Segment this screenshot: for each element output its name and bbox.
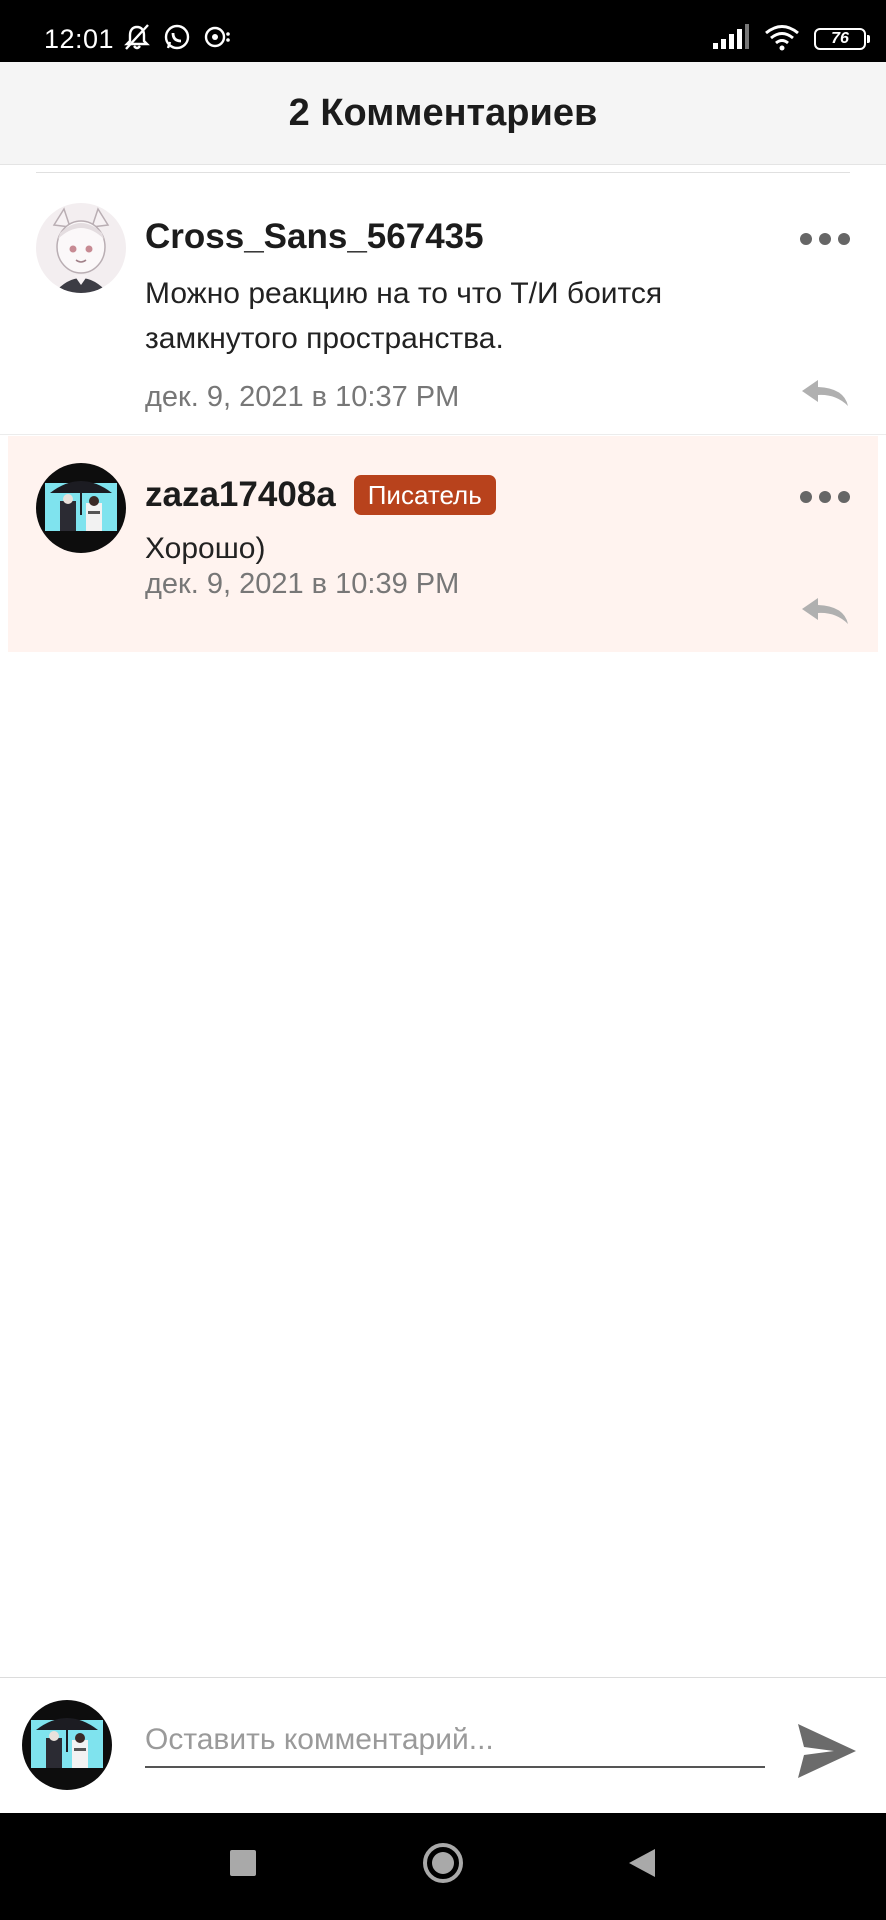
comment-text: Хорошо)	[145, 532, 266, 565]
comment-timestamp: дек. 9, 2021 в 10:39 PM	[145, 568, 460, 600]
current-user-avatar[interactable]	[22, 1700, 112, 1790]
more-horizontal-icon	[800, 233, 850, 245]
author-name[interactable]: Cross_Sans_567435	[145, 217, 484, 257]
status-right-icons: 76	[712, 22, 870, 56]
author-line: Cross_Sans_567435	[145, 215, 484, 259]
whatsapp-icon	[162, 22, 192, 57]
reply-button[interactable]	[797, 373, 853, 413]
app-header: 2 Комментариев	[0, 62, 886, 165]
comment-input[interactable]	[145, 1714, 765, 1768]
status-left-icons	[122, 22, 232, 56]
system-nav-bar	[0, 1813, 886, 1920]
comment-item: zaza17408a Писатель Хорошо) дек. 9, 2021…	[8, 436, 878, 652]
more-options-button[interactable]	[797, 477, 853, 517]
more-horizontal-icon	[800, 491, 850, 503]
battery-icon: 76	[814, 28, 870, 50]
author-name[interactable]: zaza17408a	[145, 475, 336, 515]
writer-badge: Писатель	[353, 475, 496, 515]
comment-composer	[0, 1677, 886, 1814]
signal-icon	[712, 23, 750, 55]
status-bar: 12:01 76	[0, 0, 886, 62]
notifications-off-icon	[122, 22, 152, 57]
reply-icon	[802, 598, 848, 624]
page-title: 2 Комментариев	[288, 91, 598, 134]
send-icon	[798, 1724, 856, 1778]
avatar[interactable]	[36, 203, 126, 293]
media-icon	[202, 22, 232, 57]
author-line: zaza17408a Писатель	[145, 473, 496, 517]
comment-text: Можно реакцию на то что Т/И боится замкн…	[145, 277, 663, 355]
comment-timestamp: дек. 9, 2021 в 10:37 PM	[145, 381, 460, 413]
reply-button[interactable]	[797, 591, 853, 631]
status-time: 12:01	[44, 24, 115, 54]
back-triangle-icon	[629, 1849, 655, 1877]
battery-level: 76	[831, 30, 849, 47]
square-icon	[230, 1850, 256, 1876]
send-button[interactable]	[792, 1716, 862, 1786]
reply-icon	[802, 380, 848, 406]
avatar[interactable]	[36, 463, 126, 553]
home-button[interactable]	[413, 1833, 473, 1893]
more-options-button[interactable]	[797, 219, 853, 259]
comment-item: Cross_Sans_567435 Можно реакцию на то чт…	[0, 173, 886, 435]
back-button[interactable]	[612, 1833, 672, 1893]
circle-icon	[423, 1843, 463, 1883]
wifi-icon	[764, 23, 800, 56]
recents-button[interactable]	[213, 1833, 273, 1893]
